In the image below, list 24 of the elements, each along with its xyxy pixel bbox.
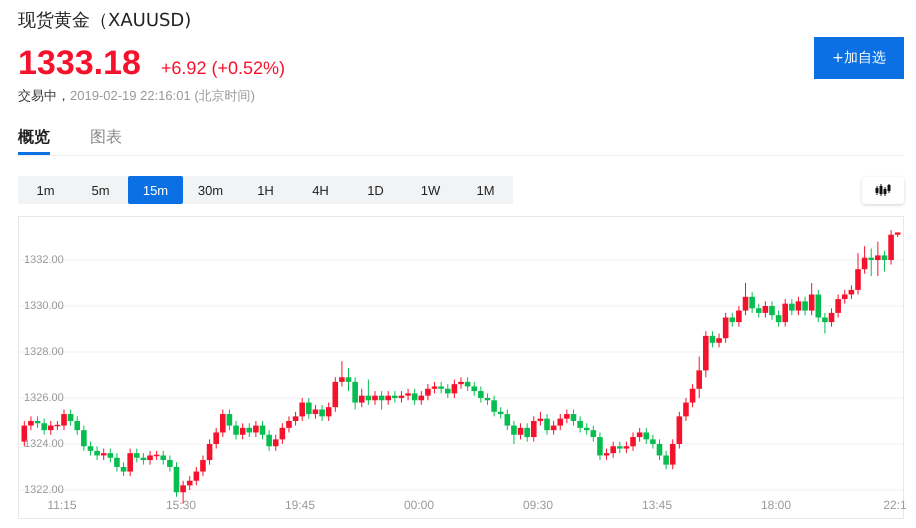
axis-label: 19:45 <box>284 498 316 512</box>
axis-label: 11:15 <box>47 498 77 512</box>
price: 1333.18 <box>18 44 141 83</box>
tab[interactable]: 图表 <box>90 127 122 155</box>
axis-label: 15:30 <box>166 498 196 512</box>
axis-label: 1326.00 <box>24 392 64 404</box>
axis-label: 1330.00 <box>24 300 64 312</box>
axis-label: 18:00 <box>760 498 792 512</box>
candlestick-icon <box>875 183 891 197</box>
axis-label: 22:1 <box>883 498 907 512</box>
timestamp: 2019-02-19 22:16:01 (北京时间) <box>70 87 255 105</box>
trading-status: 交易中， <box>18 88 70 105</box>
axis-label: 13:45 <box>642 498 672 512</box>
tab[interactable]: 概览 <box>18 127 50 155</box>
instrument-title: 现货黄金（XAUUSD) <box>18 9 192 33</box>
add-watchlist-button[interactable]: +加自选 <box>814 37 904 79</box>
price-change: +6.92 (+0.52%) <box>160 58 285 79</box>
axis-label: 00:00 <box>404 498 434 512</box>
axis-label: 1328.00 <box>24 346 64 358</box>
axis-label: 1332.00 <box>24 254 64 266</box>
axis-label: 1322.00 <box>24 484 64 496</box>
chart-type-button[interactable] <box>862 176 904 204</box>
axis-label: 09:30 <box>522 498 554 512</box>
period-button[interactable]: 15m <box>128 176 183 204</box>
